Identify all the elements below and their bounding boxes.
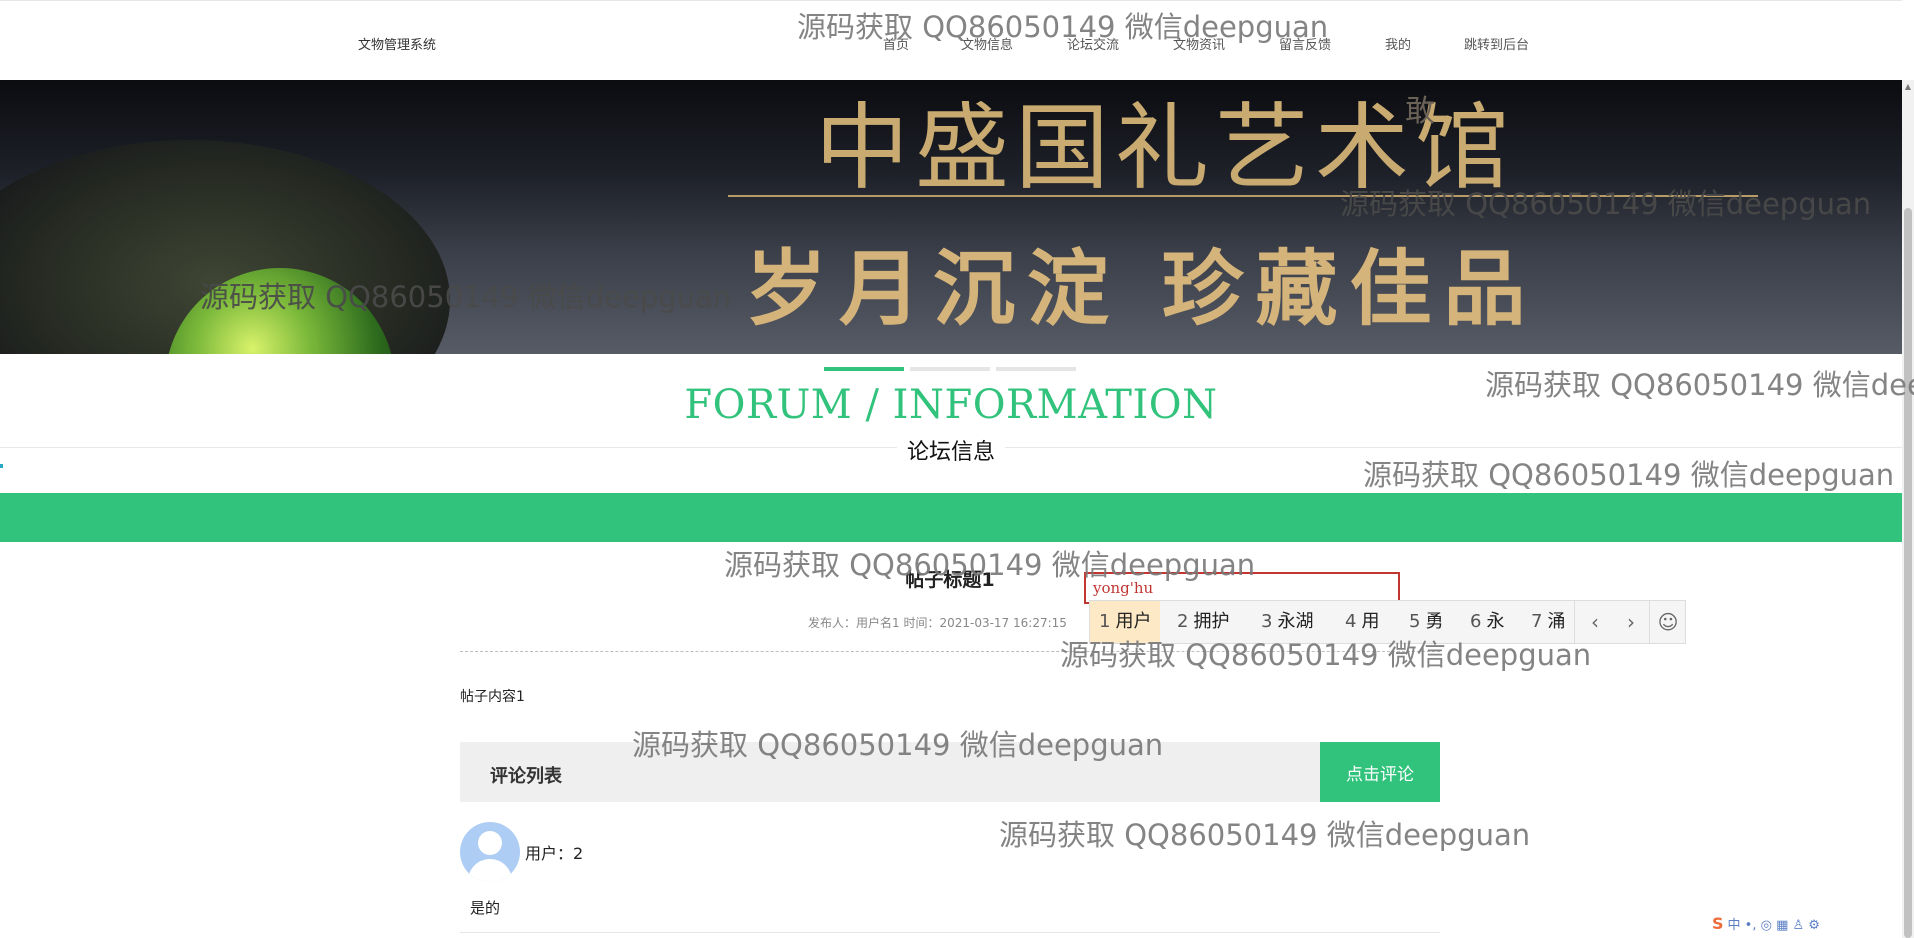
banner-subtitle: 岁月沉淀 珍藏佳品 [745, 241, 1538, 337]
ime-candidate-num: 2 [1177, 611, 1189, 632]
comment-text: 是的 [470, 899, 501, 917]
ime-candidate-num: 1 [1099, 611, 1111, 632]
avatar-head [478, 831, 502, 855]
watermark: 源码获取 QQ86050149 微信deepguan [999, 818, 1531, 852]
post-meta: 发布人：用户名1 时间：2021-03-17 16:27:15 [808, 616, 1067, 630]
edge-marker [0, 464, 3, 468]
page-scrollbar[interactable] [1902, 80, 1914, 938]
ime-candidate-text: 用 [1361, 611, 1380, 632]
watermark: 源码获取 QQ86050149 微信deepguan [200, 280, 732, 314]
nav-admin[interactable]: 跳转到后台 [1464, 34, 1529, 53]
ime-status-tray[interactable]: S中 •, ◎ ▦ ♙ ⚙ [1712, 914, 1914, 938]
scrollbar-thumb[interactable] [1904, 208, 1912, 938]
ime-candidate-num: 7 [1531, 611, 1543, 632]
watermark: 源码获取 QQ86050149 微信deepguan [1485, 368, 1914, 402]
post-content: 帖子内容1 [460, 689, 525, 705]
green-band [0, 493, 1902, 542]
ime-candidate-num: 3 [1261, 611, 1273, 632]
ime-candidate-num: 6 [1470, 611, 1482, 632]
comment-list-title: 评论列表 [490, 766, 562, 787]
ime-emoji-icon[interactable]: ☺ [1650, 601, 1686, 643]
watermark: 源码获取 QQ86050149 微信deepguan [724, 548, 1256, 582]
banner-ghost-char: 敢 [1405, 94, 1435, 129]
avatar-body [468, 859, 512, 882]
watermark: 源码获取 QQ86050149 微信deepguan [632, 728, 1164, 762]
ime-candidate-text: 勇 [1425, 611, 1444, 632]
ime-candidate-text: 拥护 [1193, 611, 1230, 632]
add-comment-button[interactable]: 点击评论 [1320, 742, 1440, 802]
comment-user: 用户：2 [525, 844, 584, 863]
slider-dot-3[interactable] [996, 367, 1076, 371]
ime-candidate-text: 永湖 [1277, 611, 1314, 632]
slider-dot-1[interactable] [824, 367, 904, 371]
ime-candidate-num: 5 [1409, 611, 1421, 632]
ime-candidate-text: 涌 [1547, 611, 1566, 632]
watermark: 源码获取 QQ86050149 微信deepguan [1340, 187, 1872, 221]
sogou-logo-icon: S [1712, 914, 1724, 933]
avatar [460, 822, 520, 882]
ime-next-page-icon[interactable]: › [1613, 601, 1649, 643]
scroll-up-icon[interactable]: ▲ [1902, 82, 1914, 92]
watermark: 源码获取 QQ86050149 微信deepguan [1060, 638, 1592, 672]
ime-candidate-text: 用户 [1115, 611, 1152, 632]
nav-mine[interactable]: 我的 [1385, 34, 1411, 53]
slider-dot-2[interactable] [910, 367, 990, 371]
comment-divider [460, 932, 1440, 933]
watermark: 源码获取 QQ86050149 微信deepguan [1363, 458, 1895, 492]
site-brand[interactable]: 文物管理系统 [358, 34, 436, 53]
section-subtitle: 论坛信息 [896, 440, 1005, 465]
ime-candidate-text: 永 [1486, 611, 1505, 632]
ime-tray-icons: 中 •, ◎ ▦ ♙ ⚙ [1727, 918, 1820, 933]
watermark: 源码获取 QQ86050149 微信deepguan [797, 10, 1329, 44]
ime-candidate-num: 4 [1345, 611, 1357, 632]
